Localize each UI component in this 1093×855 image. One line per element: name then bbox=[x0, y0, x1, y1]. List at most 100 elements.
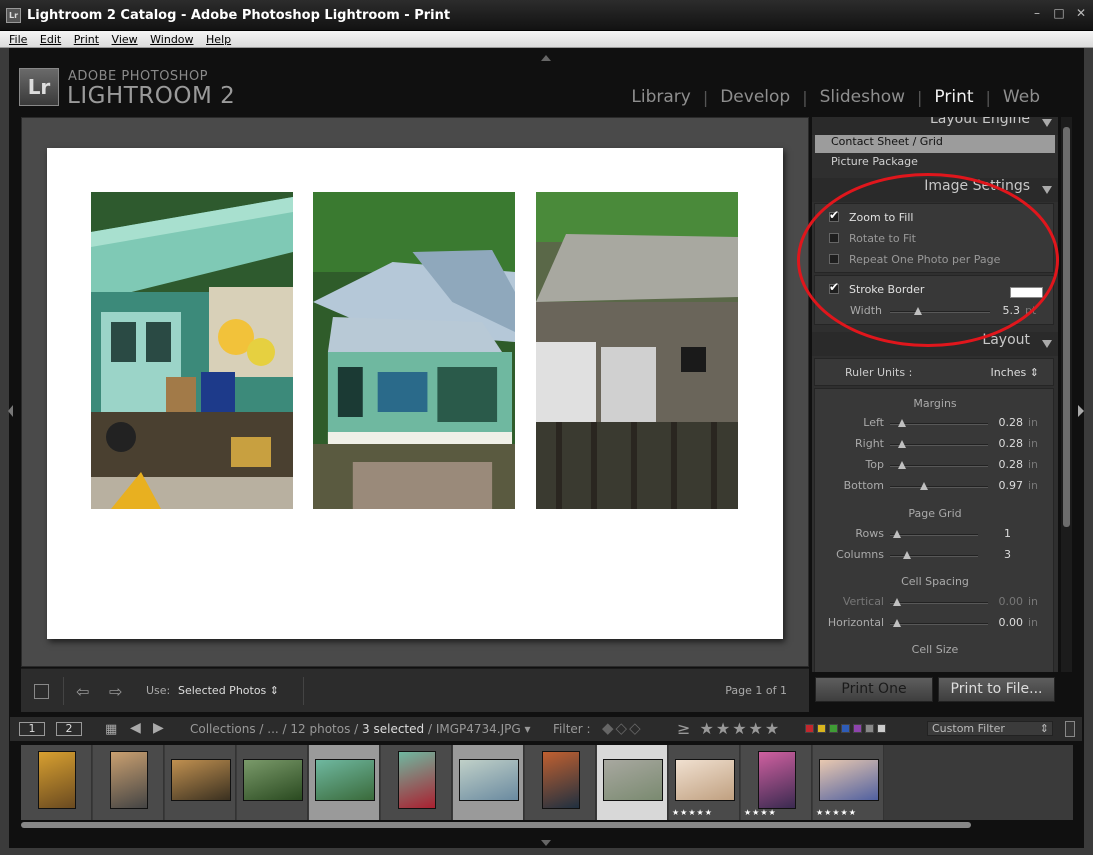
filter-lock-icon[interactable] bbox=[1065, 721, 1075, 737]
filmstrip-thumbnail[interactable] bbox=[597, 745, 668, 820]
maximize-icon[interactable]: □ bbox=[1053, 6, 1065, 20]
page-grid-value[interactable]: 3 bbox=[981, 548, 1011, 561]
close-icon[interactable]: ✕ bbox=[1075, 6, 1087, 20]
margin-value[interactable]: 0.28 bbox=[993, 416, 1024, 429]
module-web[interactable]: Web bbox=[991, 87, 1052, 107]
margin-knob[interactable] bbox=[920, 482, 928, 490]
bottom-panel-toggle-icon[interactable] bbox=[541, 840, 551, 846]
custom-filter-select[interactable]: Custom Filter ⇕ bbox=[927, 721, 1053, 736]
menu-print[interactable]: Print bbox=[74, 31, 99, 46]
color-label-swatch[interactable] bbox=[829, 724, 838, 733]
stroke-border-checkbox[interactable]: Stroke Border bbox=[829, 280, 924, 297]
filmstrip-thumbnail[interactable] bbox=[21, 745, 92, 820]
color-label-swatch[interactable] bbox=[853, 724, 862, 733]
forward-arrow-icon[interactable]: ▶ bbox=[153, 720, 164, 736]
stroke-width-knob[interactable] bbox=[914, 307, 922, 315]
photo-cell-3[interactable] bbox=[536, 192, 738, 509]
stroke-width-value[interactable]: 5.3 bbox=[990, 304, 1021, 317]
photo-cell-2[interactable] bbox=[313, 192, 515, 509]
flag-filter-icons[interactable]: ◆◇◇ bbox=[602, 719, 643, 737]
menu-window[interactable]: Window bbox=[150, 31, 193, 46]
margin-track[interactable] bbox=[890, 486, 988, 488]
filmstrip-thumbnail[interactable] bbox=[165, 745, 236, 820]
module-develop[interactable]: Develop bbox=[708, 87, 802, 107]
previous-page-icon[interactable]: ⇦ bbox=[76, 682, 89, 701]
module-slideshow[interactable]: Slideshow bbox=[808, 87, 917, 107]
layout-option-picture-package[interactable]: Picture Package bbox=[815, 155, 1055, 173]
stroke-width-track[interactable] bbox=[890, 311, 990, 313]
filmstrip-thumbnail[interactable] bbox=[381, 745, 452, 820]
cell-spacing-track[interactable] bbox=[890, 602, 988, 604]
rating-filter[interactable]: ≥ ★★★★★ bbox=[677, 719, 781, 738]
page-grid-knob[interactable] bbox=[903, 551, 912, 559]
menu-bar: File Edit Print View Window Help bbox=[0, 31, 1093, 48]
margin-knob[interactable] bbox=[897, 440, 906, 448]
top-panel-toggle-icon[interactable] bbox=[541, 55, 551, 61]
layout-option-contact-sheet[interactable]: Contact Sheet / Grid bbox=[815, 135, 1055, 153]
print-to-file-button[interactable]: Print to File... bbox=[938, 677, 1055, 702]
image-settings-header[interactable]: Image Settings bbox=[812, 178, 1058, 202]
color-label-filter[interactable] bbox=[805, 724, 886, 733]
page-grid-track[interactable] bbox=[890, 534, 978, 536]
cell-spacing-knob[interactable] bbox=[893, 598, 901, 606]
repeat-one-photo-checkbox[interactable]: Repeat One Photo per Page bbox=[829, 251, 1000, 267]
filmstrip-scrollbar[interactable] bbox=[21, 822, 971, 828]
collapse-triangle-icon[interactable] bbox=[1042, 119, 1052, 127]
zoom-to-fill-checkbox[interactable]: Zoom to Fill bbox=[829, 208, 913, 225]
page-grid-value[interactable]: 1 bbox=[981, 527, 1011, 540]
module-print[interactable]: Print bbox=[922, 87, 985, 107]
page-grid-knob[interactable] bbox=[893, 530, 901, 538]
margin-value[interactable]: 0.97 bbox=[993, 479, 1024, 492]
right-panel-toggle-icon[interactable] bbox=[1078, 405, 1084, 417]
color-label-swatch[interactable] bbox=[841, 724, 850, 733]
right-panel-scrollbar[interactable] bbox=[1061, 117, 1072, 672]
color-label-swatch[interactable] bbox=[877, 724, 886, 733]
next-page-icon[interactable]: ⇨ bbox=[109, 682, 122, 701]
collapse-triangle-icon[interactable] bbox=[1042, 340, 1052, 348]
screen-2-button[interactable]: 2 bbox=[56, 722, 82, 736]
margin-value[interactable]: 0.28 bbox=[993, 458, 1024, 471]
back-arrow-icon[interactable]: ◀ bbox=[130, 720, 141, 736]
ruler-units-select[interactable]: Inches ⇕ bbox=[991, 366, 1039, 379]
menu-edit[interactable]: Edit bbox=[40, 31, 61, 46]
screen-1-button[interactable]: 1 bbox=[19, 722, 45, 736]
print-one-button[interactable]: Print One bbox=[815, 677, 933, 702]
grid-view-icon[interactable]: ▦ bbox=[105, 722, 117, 737]
filmstrip-thumbnail[interactable] bbox=[93, 745, 164, 820]
layout-engine-header[interactable]: Layout Engine bbox=[812, 117, 1058, 135]
filmstrip-thumbnail[interactable]: ★★★★ bbox=[741, 745, 812, 820]
cell-spacing-value[interactable]: 0.00 bbox=[993, 616, 1024, 629]
margin-knob[interactable] bbox=[897, 461, 906, 469]
source-path[interactable]: Collections / ... / 12 photos / 3 select… bbox=[190, 722, 531, 736]
margin-value[interactable]: 0.28 bbox=[993, 437, 1024, 450]
photo-cell-1[interactable] bbox=[91, 192, 293, 509]
right-panel: Layout Engine Contact Sheet / Grid Pictu… bbox=[812, 117, 1058, 672]
color-label-swatch[interactable] bbox=[865, 724, 874, 733]
scrollbar-thumb[interactable] bbox=[1063, 127, 1070, 527]
menu-view[interactable]: View bbox=[112, 31, 138, 46]
collapse-triangle-icon[interactable] bbox=[1042, 186, 1052, 194]
use-selector[interactable]: Selected Photos ⇕ bbox=[178, 684, 279, 697]
color-label-swatch[interactable] bbox=[817, 724, 826, 733]
filmstrip-thumbnail[interactable]: ★★★★★ bbox=[669, 745, 740, 820]
stroke-border-color-swatch[interactable] bbox=[1010, 287, 1043, 298]
filmstrip-thumbnail[interactable] bbox=[237, 745, 308, 820]
cell-spacing-track[interactable] bbox=[890, 623, 988, 625]
left-panel-toggle-icon[interactable] bbox=[8, 405, 13, 417]
thumbnail-star-rating: ★★★★★ bbox=[816, 808, 857, 817]
color-label-swatch[interactable] bbox=[805, 724, 814, 733]
filmstrip-thumbnail[interactable]: ★★★★★ bbox=[813, 745, 884, 820]
filmstrip-thumbnail[interactable] bbox=[525, 745, 596, 820]
rotate-to-fit-checkbox[interactable]: Rotate to Fit bbox=[829, 230, 916, 246]
filmstrip-thumbnail[interactable] bbox=[453, 745, 524, 820]
filmstrip-thumbnail[interactable] bbox=[309, 745, 380, 820]
minimize-icon[interactable]: – bbox=[1031, 6, 1043, 20]
menu-file[interactable]: File bbox=[9, 31, 27, 46]
page-square-icon[interactable] bbox=[34, 684, 49, 699]
layout-header[interactable]: Layout bbox=[812, 332, 1058, 356]
module-library[interactable]: Library bbox=[619, 87, 702, 107]
cell-spacing-value[interactable]: 0.00 bbox=[993, 595, 1024, 608]
cell-spacing-knob[interactable] bbox=[893, 619, 901, 627]
menu-help[interactable]: Help bbox=[206, 31, 231, 46]
margin-knob[interactable] bbox=[897, 419, 906, 427]
